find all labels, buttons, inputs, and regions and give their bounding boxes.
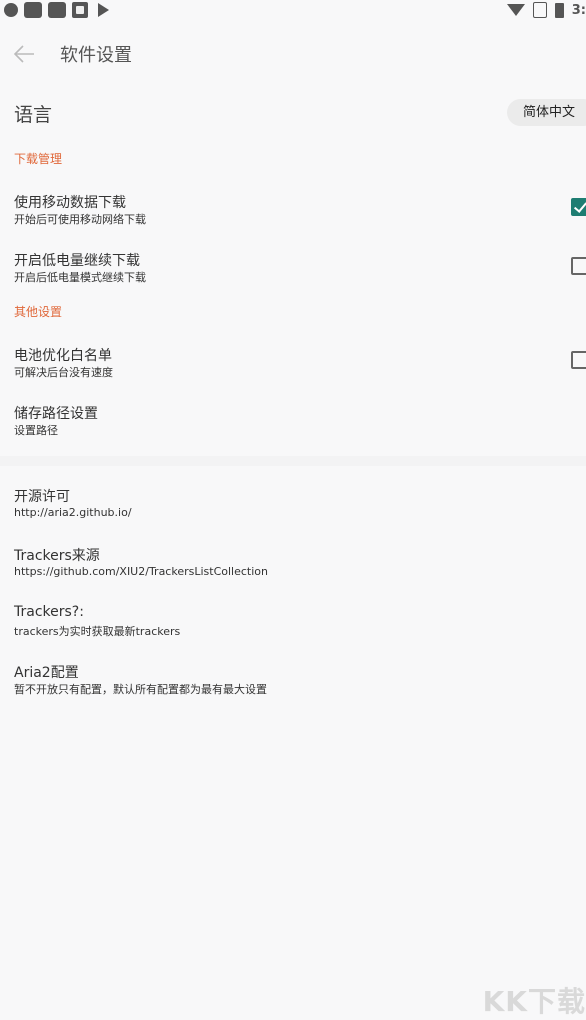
status-time: 3:: [571, 2, 586, 18]
setting-subtitle: 可解决后台没有速度: [14, 366, 113, 379]
setting-title: Trackers来源: [14, 548, 100, 564]
setting-subtitle: 设置路径: [14, 424, 58, 437]
mobile-data-checkbox[interactable]: [571, 198, 586, 216]
section-header-other: 其他设置: [14, 305, 63, 319]
battery-whitelist-checkbox[interactable]: [571, 351, 586, 369]
setting-title: 电池优化白名单: [14, 348, 112, 364]
page-title: 软件设置: [60, 45, 132, 66]
setting-title: Aria2配置: [14, 665, 79, 681]
setting-subtitle: http://aria2.github.io/: [14, 506, 132, 519]
font-icon: [72, 2, 88, 18]
status-bar-right: 3:: [506, 2, 586, 18]
language-label: 语言: [14, 104, 53, 126]
app-square-icon: [48, 2, 66, 18]
setting-title: 储存路径设置: [14, 406, 98, 422]
setting-subtitle: trackers为实时获取最新trackers: [14, 625, 181, 638]
setting-title: 使用移动数据下载: [14, 195, 126, 211]
setting-subtitle: 开始后可使用移动网络下载: [14, 213, 146, 226]
notification-dot-icon: [4, 3, 18, 17]
language-select-button[interactable]: 简体中文: [507, 99, 586, 126]
app-square-icon: [24, 2, 42, 18]
no-sim-icon: [532, 2, 547, 18]
section-header-download: 下载管理: [14, 152, 63, 166]
watermark-logo: KK下载: [482, 985, 586, 1018]
setting-title: 开启低电量继续下载: [14, 253, 140, 269]
status-bar-left: [4, 2, 109, 18]
settings-screen: 3: 软件设置 语言 简体中文 下载管理 使用移动数据下载 开始后可使用移动网络…: [0, 0, 586, 1020]
arrow-left-icon[interactable]: [12, 43, 36, 65]
status-bar: 3:: [0, 0, 586, 22]
play-store-icon: [98, 3, 109, 17]
setting-title: 开源许可: [14, 489, 70, 505]
setting-subtitle: 暂不开放只有配置，默认所有配置都为最有最大设置: [14, 683, 267, 696]
wifi-icon: [506, 4, 525, 16]
toolbar: 软件设置: [0, 30, 586, 78]
setting-subtitle: 开启后低电量模式继续下载: [14, 271, 146, 284]
battery-icon: [554, 2, 564, 18]
setting-subtitle: https://github.com/XIU2/TrackersListColl…: [14, 565, 268, 578]
setting-title: Trackers?:: [14, 604, 84, 620]
low-battery-checkbox[interactable]: [571, 257, 586, 275]
section-divider: [0, 456, 586, 466]
